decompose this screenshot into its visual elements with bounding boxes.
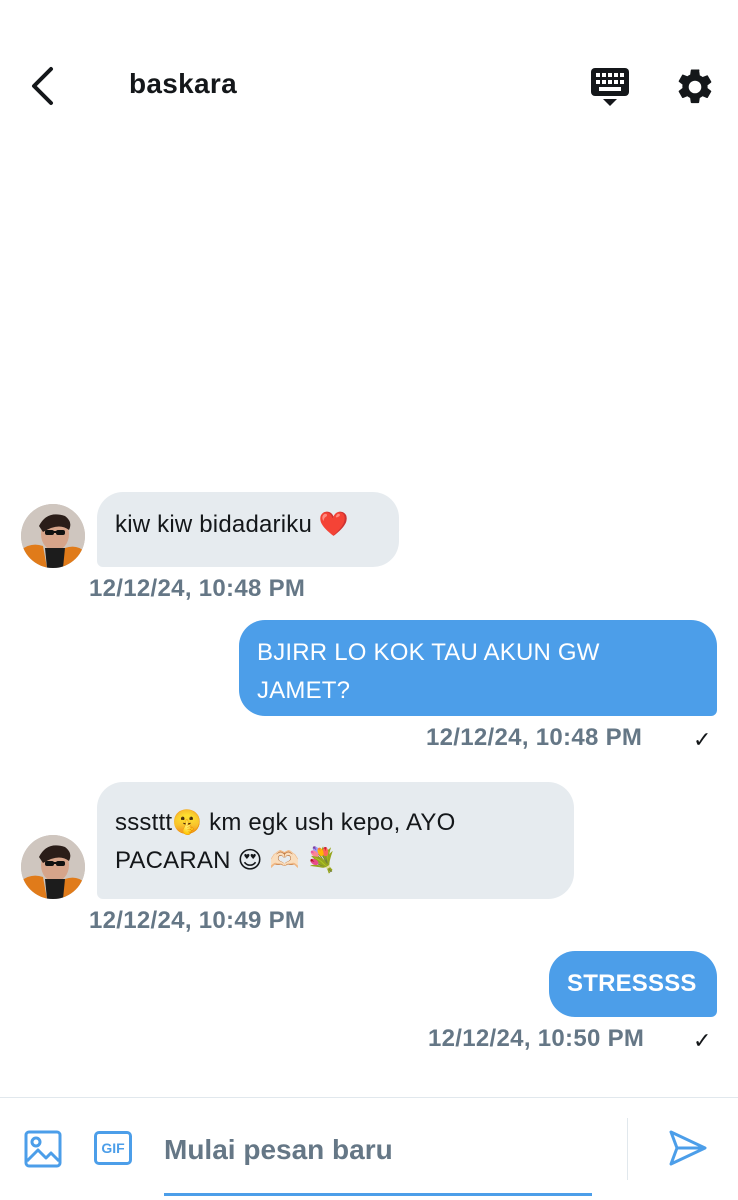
conversation-title: baskara xyxy=(129,68,237,99)
keyboard-button[interactable] xyxy=(588,66,632,108)
add-image-button[interactable] xyxy=(24,1130,62,1168)
chevron-left-icon xyxy=(32,67,53,105)
message-timestamp: 12/12/24, 10:49 PM xyxy=(89,907,306,934)
avatar[interactable] xyxy=(21,835,85,899)
message-timestamp: 12/12/24, 10:48 PM xyxy=(89,575,306,602)
sent-check-icon: ✓ xyxy=(693,1028,712,1053)
image-icon xyxy=(24,1130,62,1168)
profile-photo xyxy=(21,504,85,568)
avatar[interactable] xyxy=(21,504,85,568)
sent-check-icon: ✓ xyxy=(693,727,712,752)
profile-photo xyxy=(21,835,85,899)
message-timestamp: 12/12/24, 10:50 PM xyxy=(428,1025,645,1052)
send-button[interactable] xyxy=(668,1128,708,1168)
keyboard-icon xyxy=(591,68,629,106)
settings-button[interactable] xyxy=(674,66,716,108)
back-button[interactable] xyxy=(22,64,62,108)
message-input[interactable] xyxy=(164,1124,592,1196)
send-icon xyxy=(669,1130,707,1166)
add-gif-button[interactable]: GIF xyxy=(94,1131,132,1165)
message-bubble-outgoing[interactable]: STRESSSS xyxy=(549,951,717,1017)
message-bubble-incoming[interactable]: sssttt🤫 km egk ush kepo, AYO PACARAN 😍 🫶… xyxy=(97,782,574,899)
chat-header: baskara xyxy=(0,0,738,170)
message-bubble-outgoing[interactable]: BJIRR LO KOK TAU AKUN GW JAMET? xyxy=(239,620,717,716)
gear-icon xyxy=(678,69,712,104)
message-timestamp: 12/12/24, 10:48 PM xyxy=(426,724,643,751)
message-bubble-incoming[interactable]: kiw kiw bidadariku ❤️ xyxy=(97,492,399,567)
composer-divider xyxy=(627,1118,628,1180)
message-composer: GIF xyxy=(0,1097,738,1200)
